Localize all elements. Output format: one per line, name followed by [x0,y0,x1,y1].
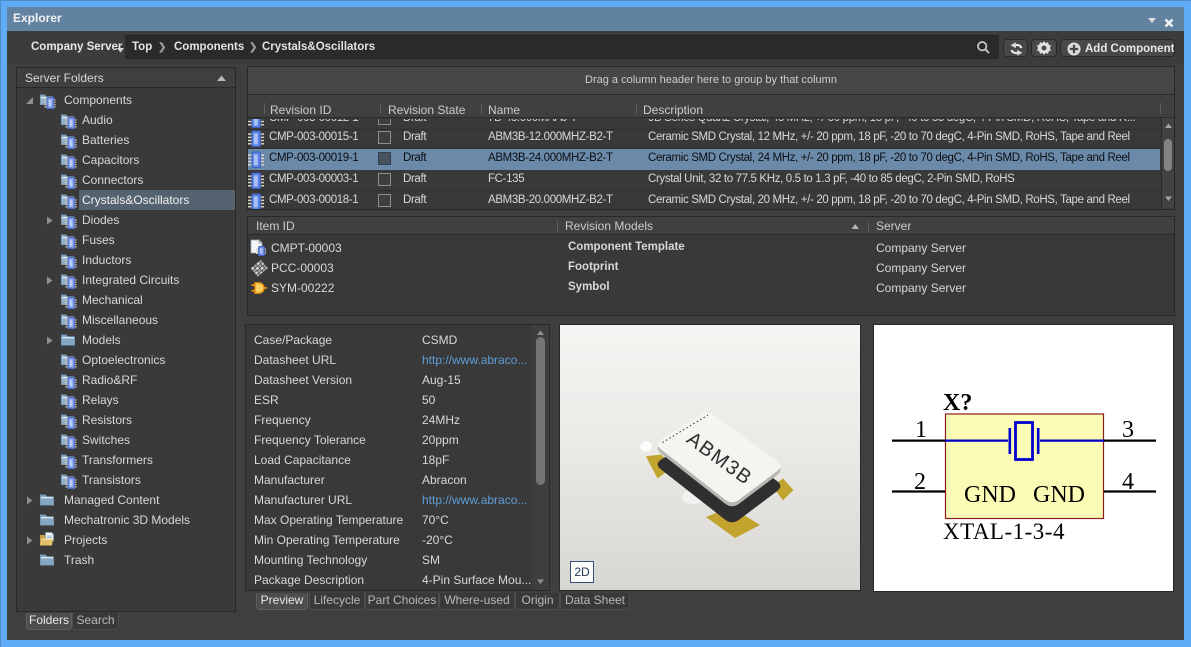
svg-text:GND: GND [1033,482,1085,508]
svg-text:4: 4 [1122,469,1134,495]
svg-text:X?: X? [943,390,972,416]
svg-text:3: 3 [1122,417,1134,443]
svg-text:2: 2 [914,469,926,495]
svg-text:XTAL-1-3-4: XTAL-1-3-4 [943,519,1065,544]
svg-text:1: 1 [915,417,927,443]
svg-text:GND: GND [964,482,1016,508]
